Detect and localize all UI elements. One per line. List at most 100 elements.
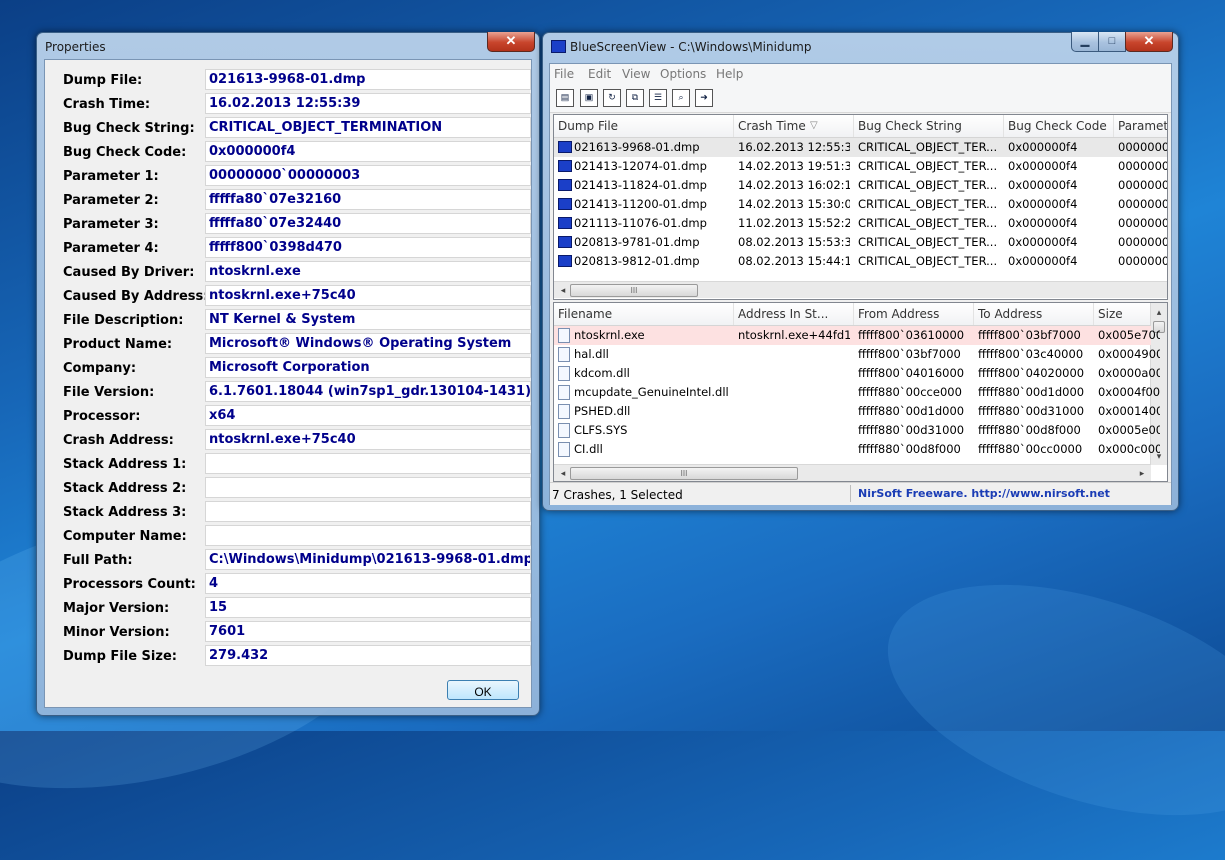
column-header[interactable]: Bug Check Code bbox=[1004, 115, 1114, 137]
table-cell: 0x000000f4 bbox=[1008, 178, 1078, 192]
property-value-field[interactable]: ntoskrnl.exe+75c40 bbox=[205, 285, 531, 306]
property-value-field[interactable] bbox=[205, 477, 531, 498]
property-value-field[interactable]: Microsoft Corporation bbox=[205, 357, 531, 378]
property-value-field[interactable]: NT Kernel & System bbox=[205, 309, 531, 330]
property-value-field[interactable]: 021613-9968-01.dmp bbox=[205, 69, 531, 90]
property-value-field[interactable] bbox=[205, 501, 531, 522]
menu-edit[interactable]: Edit bbox=[588, 67, 611, 81]
close-button[interactable]: ✕ bbox=[1125, 32, 1173, 52]
table-cell: 08.02.2013 15:44:16 bbox=[738, 254, 850, 268]
html-report-icon[interactable]: ▤ bbox=[556, 89, 574, 107]
property-value-field[interactable]: fffff800`0398d470 bbox=[205, 237, 531, 258]
column-header[interactable]: Dump File bbox=[554, 115, 734, 137]
table-row[interactable]: 021413-11200-01.dmp 14.02.2013 15:30:06 CR… bbox=[554, 195, 1167, 214]
driver-file-icon bbox=[558, 328, 570, 343]
minimize-button[interactable]: ▁ bbox=[1071, 32, 1099, 52]
horizontal-scrollbar[interactable]: ◂ III bbox=[554, 281, 1167, 298]
property-value-field[interactable]: 279.432 bbox=[205, 645, 531, 666]
nirsoft-link[interactable]: NirSoft Freeware. http://www.nirsoft.net bbox=[858, 487, 1110, 500]
column-header[interactable]: Filename bbox=[554, 303, 734, 325]
maximize-button[interactable]: □ bbox=[1098, 32, 1126, 52]
property-value-field[interactable]: fffffa80`07e32160 bbox=[205, 189, 531, 210]
sort-indicator-icon: ▽ bbox=[810, 120, 818, 131]
table-cell: fffff800`03610000 bbox=[858, 328, 965, 342]
property-row: Dump File Size: 279.432 bbox=[55, 645, 531, 667]
table-cell: 021413-12074-01.dmp bbox=[574, 159, 707, 173]
column-header[interactable]: Parameter bbox=[1114, 115, 1167, 137]
exit-icon[interactable]: ➜ bbox=[695, 89, 713, 107]
property-value-field[interactable]: 4 bbox=[205, 573, 531, 594]
menu-help[interactable]: Help bbox=[716, 67, 743, 81]
property-value-field[interactable] bbox=[205, 525, 531, 546]
menu-file[interactable]: File bbox=[554, 67, 574, 81]
close-button[interactable]: ✕ bbox=[487, 32, 535, 52]
table-cell: 0x000000f4 bbox=[1008, 140, 1078, 154]
scroll-right-icon[interactable]: ▸ bbox=[1135, 466, 1149, 480]
dump-file-icon bbox=[558, 160, 572, 172]
crash-list[interactable]: Dump File Crash Time ▽ Bug Check String Bug … bbox=[553, 114, 1168, 300]
scroll-left-icon[interactable]: ◂ bbox=[556, 283, 570, 297]
column-header[interactable]: Bug Check String bbox=[854, 115, 1004, 137]
table-row[interactable]: hal.dll fffff800`03bf7000 fffff800`03c4000… bbox=[554, 345, 1160, 364]
table-row[interactable]: CLFS.SYS fffff880`00d31000 fffff880`00d8f0… bbox=[554, 421, 1160, 440]
properties-titlebar[interactable]: Properties ✕ bbox=[37, 32, 539, 59]
column-header[interactable]: From Address bbox=[854, 303, 974, 325]
property-value-field[interactable]: fffffa80`07e32440 bbox=[205, 213, 531, 234]
table-row[interactable]: 020813-9812-01.dmp 08.02.2013 15:44:16 CRI… bbox=[554, 252, 1167, 271]
scrollbar-thumb[interactable]: III bbox=[570, 467, 798, 480]
table-row[interactable]: 021613-9968-01.dmp 16.02.2013 12:55:39 CRI… bbox=[554, 138, 1167, 157]
property-value-field[interactable]: 00000000`00000003 bbox=[205, 165, 531, 186]
property-label: Parameter 1: bbox=[63, 169, 159, 184]
property-label: Computer Name: bbox=[63, 529, 187, 544]
menu-options[interactable]: Options bbox=[660, 67, 706, 81]
table-cell: kdcom.dll bbox=[574, 366, 630, 380]
properties-icon[interactable]: ☰ bbox=[649, 89, 667, 107]
driver-list[interactable]: Filename Address In St... From Address To A… bbox=[553, 302, 1168, 482]
horizontal-scrollbar[interactable]: ◂ III ▸ bbox=[554, 464, 1151, 481]
refresh-icon[interactable]: ↻ bbox=[603, 89, 621, 107]
property-value-field[interactable]: Microsoft® Windows® Operating System bbox=[205, 333, 531, 354]
find-icon[interactable]: ⌕ bbox=[672, 89, 690, 107]
scroll-left-icon[interactable]: ◂ bbox=[556, 466, 570, 480]
table-cell bbox=[738, 383, 850, 402]
property-value-field[interactable]: ntoskrnl.exe+75c40 bbox=[205, 429, 531, 450]
property-value-field[interactable] bbox=[205, 453, 531, 474]
property-value-field[interactable]: x64 bbox=[205, 405, 531, 426]
table-cell: PSHED.dll bbox=[574, 404, 631, 418]
desktop-wallpaper-swirl bbox=[859, 540, 1225, 860]
bsv-titlebar[interactable]: BlueScreenView - C:\Windows\Minidump ▁ □… bbox=[543, 32, 1178, 59]
property-label: Crash Address: bbox=[63, 433, 174, 448]
table-row[interactable]: 021113-11076-01.dmp 11.02.2013 15:52:28 CR… bbox=[554, 214, 1167, 233]
scroll-up-icon[interactable]: ▴ bbox=[1152, 305, 1166, 319]
property-value-field[interactable]: 6.1.7601.18044 (win7sp1_gdr.130104-1431) bbox=[205, 381, 531, 402]
property-value-field[interactable]: C:\Windows\Minidump\021613-9968-01.dmp bbox=[205, 549, 531, 570]
property-row: Minor Version: 7601 bbox=[55, 621, 531, 643]
column-header[interactable]: Address In St... bbox=[734, 303, 854, 325]
save-icon[interactable]: ▣ bbox=[580, 89, 598, 107]
ok-button[interactable]: OK bbox=[447, 680, 519, 700]
property-value-field[interactable]: 15 bbox=[205, 597, 531, 618]
table-row[interactable]: 021413-12074-01.dmp 14.02.2013 19:51:39 CR… bbox=[554, 157, 1167, 176]
property-value-field[interactable]: CRITICAL_OBJECT_TERMINATION bbox=[205, 117, 531, 138]
property-label: Caused By Address: bbox=[63, 289, 209, 304]
table-row[interactable]: PSHED.dll fffff880`00d1d000 fffff880`00d31… bbox=[554, 402, 1160, 421]
table-row[interactable]: mcupdate_GenuineIntel.dll fffff880`00cce0… bbox=[554, 383, 1160, 402]
column-header[interactable]: Crash Time ▽ bbox=[734, 115, 854, 137]
property-value-field[interactable]: 16.02.2013 12:55:39 bbox=[205, 93, 531, 114]
scrollbar-thumb[interactable]: III bbox=[570, 284, 698, 297]
property-value-field[interactable]: ntoskrnl.exe bbox=[205, 261, 531, 282]
property-value-field[interactable]: 0x000000f4 bbox=[205, 141, 531, 162]
table-row[interactable]: ntoskrnl.exe ntoskrnl.exe+44fd1f fffff800`… bbox=[554, 326, 1160, 345]
copy-icon[interactable]: ⧉ bbox=[626, 89, 644, 107]
table-cell: ntoskrnl.exe+44fd1f bbox=[738, 328, 850, 342]
column-header-label: Address In St... bbox=[738, 307, 829, 321]
property-value-field[interactable]: 7601 bbox=[205, 621, 531, 642]
table-row[interactable]: 020813-9781-01.dmp 08.02.2013 15:53:33 CRI… bbox=[554, 233, 1167, 252]
table-row[interactable]: CI.dll fffff880`00d8f000 fffff880`00cc0000… bbox=[554, 440, 1160, 459]
menu-view[interactable]: View bbox=[622, 67, 650, 81]
property-row: Crash Address: ntoskrnl.exe+75c40 bbox=[55, 429, 531, 451]
column-header[interactable]: To Address bbox=[974, 303, 1094, 325]
table-cell: 021113-11076-01.dmp bbox=[574, 216, 707, 230]
table-row[interactable]: 021413-11824-01.dmp 14.02.2013 16:02:15 CR… bbox=[554, 176, 1167, 195]
table-row[interactable]: kdcom.dll fffff800`04016000 fffff800`04020… bbox=[554, 364, 1160, 383]
